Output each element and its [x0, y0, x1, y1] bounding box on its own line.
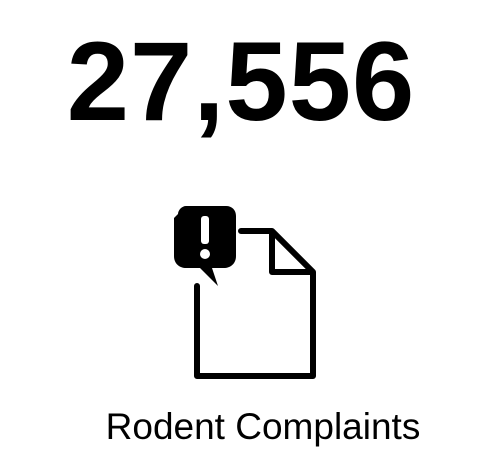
stat-label: Rodent Complaints — [105, 406, 421, 447]
stat-value: 27,556 — [66, 19, 416, 144]
document-alert-icon — [166, 206, 320, 382]
